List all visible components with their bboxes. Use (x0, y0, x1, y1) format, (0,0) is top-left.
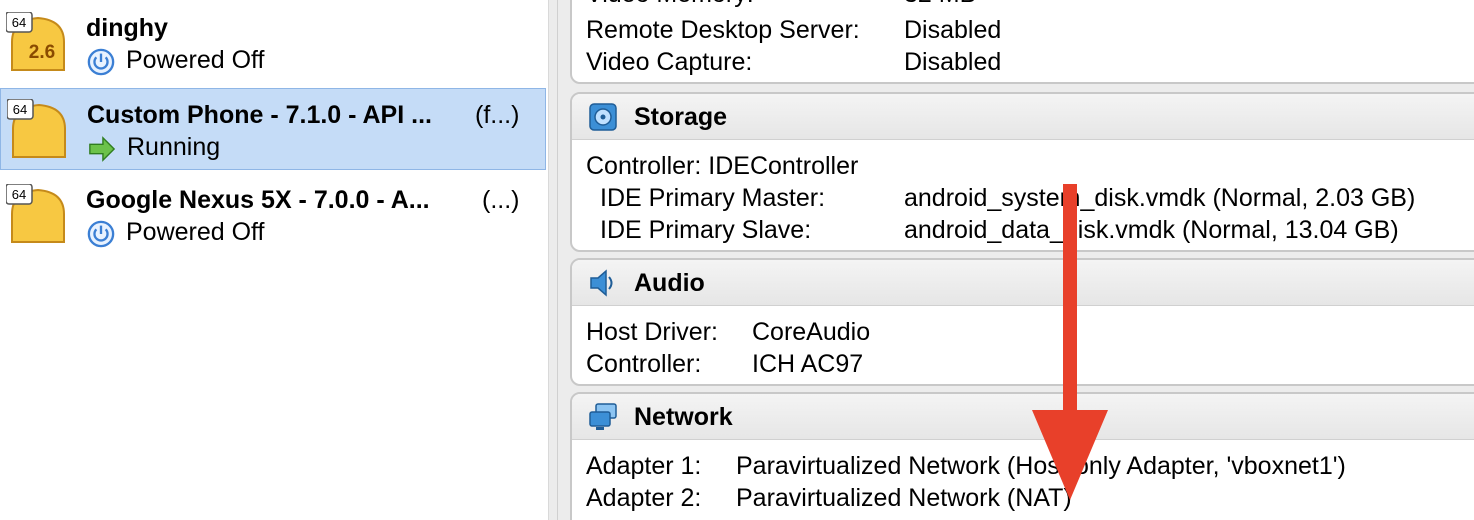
storage-header[interactable]: Storage (572, 94, 1474, 140)
vm-os-icon: 64 (7, 99, 66, 158)
network-title: Network (634, 403, 733, 431)
audio-value: CoreAudio (752, 318, 871, 346)
power-off-icon (87, 48, 115, 76)
vm-list-item-google-nexus[interactable]: 64 Google Nexus 5X - 7.0.0 - A... (...) … (0, 174, 546, 256)
vm-os-icon: 64 (6, 184, 65, 243)
power-off-icon (87, 220, 115, 248)
vm-state: Running (127, 133, 221, 161)
vm-state: Powered Off (126, 218, 265, 246)
display-panel: Video Memory: 32 MB Remote Desktop Serve… (570, 0, 1474, 84)
storage-title: Storage (634, 103, 728, 131)
storage-value: android_system_disk.vmdk (Normal, 2.03 G… (904, 184, 1416, 212)
vm-badge: 64 (13, 102, 27, 117)
vm-list-item-dinghy[interactable]: 64 2.6 dinghy Powered Off (0, 0, 546, 82)
audio-label: Host Driver: (586, 318, 718, 346)
storage-panel: Storage Controller: IDEController IDE Pr… (570, 92, 1474, 252)
network-label: Adapter 2: (586, 484, 702, 512)
vm-name: Custom Phone - 7.1.0 - API ... (87, 101, 432, 129)
network-icon (589, 403, 617, 430)
audio-value: ICH AC97 (752, 350, 864, 378)
vm-name-suffix: (...) (482, 186, 520, 214)
audio-title: Audio (634, 269, 705, 297)
vm-list: 64 2.6 dinghy Powered Off 64 Custom Phon… (0, 0, 548, 520)
display-value: Disabled (904, 16, 1002, 44)
audio-panel: Audio Host Driver: CoreAudio Controller:… (570, 258, 1474, 386)
details-pane: Video Memory: 32 MB Remote Desktop Serve… (558, 0, 1474, 520)
vm-name: Google Nexus 5X - 7.0.0 - A... (86, 186, 430, 214)
storage-disk-icon (589, 103, 617, 131)
vm-badge: 64 (12, 15, 26, 30)
vm-badge: 64 (12, 187, 26, 202)
storage-label: IDE Primary Master: (600, 184, 826, 212)
vm-version-label: 2.6 (29, 42, 55, 63)
running-arrow-icon (89, 136, 116, 162)
display-label: Remote Desktop Server: (586, 16, 860, 44)
vm-state: Powered Off (126, 46, 265, 74)
vm-name: dinghy (86, 14, 168, 42)
vm-os-icon: 64 2.6 (6, 12, 65, 71)
pane-splitter[interactable] (548, 0, 558, 520)
storage-controller: Controller: IDEController (586, 152, 859, 180)
display-value: Disabled (904, 48, 1002, 76)
network-header[interactable]: Network (572, 394, 1474, 440)
network-label: Adapter 1: (586, 452, 702, 480)
network-panel: Network Adapter 1: Paravirtualized Netwo… (570, 392, 1474, 520)
vm-name-suffix: (f...) (475, 101, 520, 129)
audio-header[interactable]: Audio (572, 260, 1474, 306)
network-value: Paravirtualized Network (NAT) (736, 484, 1072, 512)
display-label: Video Memory: (586, 0, 754, 9)
storage-label: IDE Primary Slave: (600, 216, 812, 244)
speaker-icon (590, 269, 613, 297)
display-value: 32 MB (904, 0, 976, 9)
display-label: Video Capture: (586, 48, 753, 76)
audio-label: Controller: (586, 350, 702, 378)
annotation-arrow (1032, 184, 1108, 500)
storage-value: android_data_disk.vmdk (Normal, 13.04 GB… (904, 216, 1399, 244)
vm-list-item-custom-phone[interactable]: 64 Custom Phone - 7.1.0 - API ... (f...)… (0, 88, 546, 170)
